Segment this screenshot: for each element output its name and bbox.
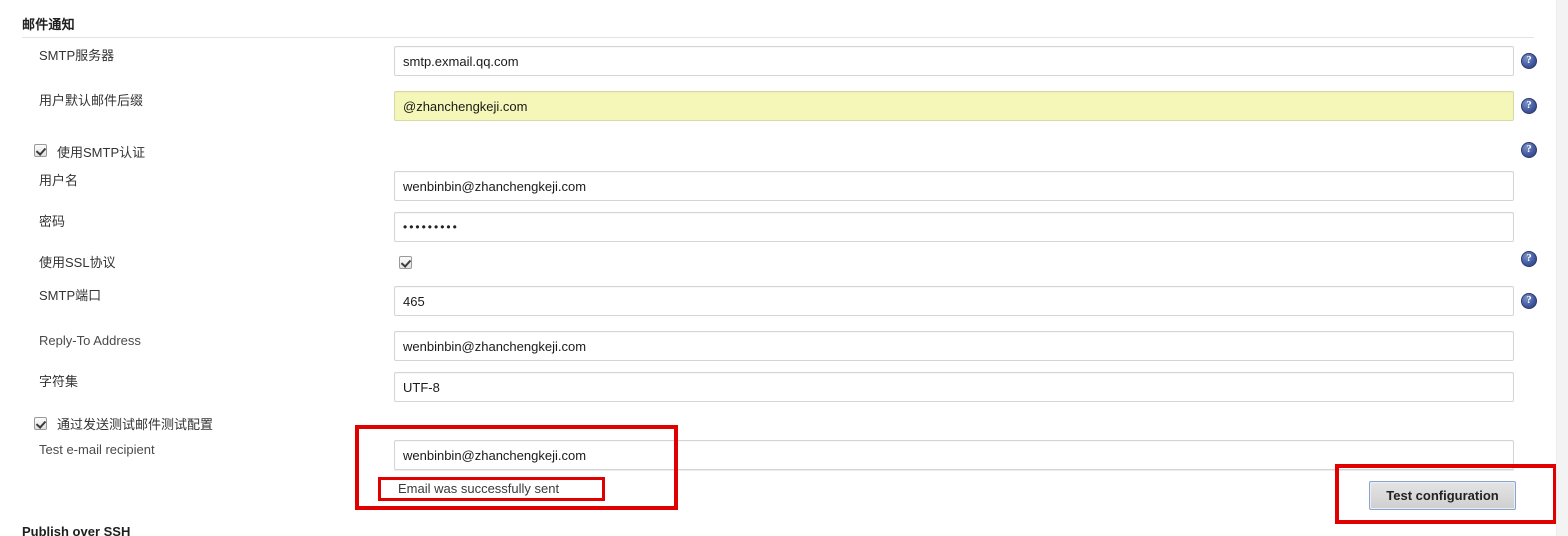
test-configuration-button[interactable]: Test configuration (1369, 481, 1516, 510)
username-input[interactable] (394, 171, 1514, 201)
form-row-charset: 字符集 (0, 372, 1556, 417)
label-use-ssl: 使用SSL协议 (39, 255, 116, 270)
form-row-smtp-port: SMTP端口 ? (0, 286, 1556, 331)
label-smtp-server: SMTP服务器 (39, 48, 115, 63)
label-use-smtp-auth: 使用SMTP认证 (57, 145, 146, 160)
help-icon-glyph: ? (1526, 294, 1532, 306)
label-default-suffix: 用户默认邮件后缀 (39, 93, 144, 108)
settings-page: 邮件通知 SMTP服务器 ? 用户默认邮件后缀 ? 使用SMTP认证 ? 用户名… (0, 0, 1557, 536)
help-icon-glyph: ? (1526, 99, 1532, 111)
section-divider (22, 37, 1534, 38)
default-suffix-input[interactable] (394, 91, 1514, 121)
checkbox-use-smtp-auth[interactable] (34, 144, 47, 157)
label-username: 用户名 (39, 173, 79, 188)
label-charset: 字符集 (39, 374, 79, 389)
reply-to-input[interactable] (394, 331, 1514, 361)
form-row-test-recipient: Test e-mail recipient (0, 440, 1556, 485)
label-smtp-port: SMTP端口 (39, 288, 102, 303)
checkbox-use-ssl[interactable] (399, 256, 412, 269)
help-icon-use-smtp-auth[interactable]: ? (1521, 142, 1537, 158)
form-row-username: 用户名 (0, 171, 1556, 216)
page-title: 邮件通知 (22, 17, 75, 32)
label-test-recipient: Test e-mail recipient (39, 442, 155, 457)
form-row-default-suffix: 用户默认邮件后缀 ? (0, 91, 1556, 136)
help-icon-glyph: ? (1526, 252, 1532, 264)
recipient-divider (394, 470, 1514, 471)
help-icon-glyph: ? (1526, 54, 1532, 66)
smtp-server-input[interactable] (394, 46, 1514, 76)
test-recipient-input[interactable] (394, 440, 1514, 470)
label-reply-to: Reply-To Address (39, 333, 141, 348)
email-sent-status: Email was successfully sent (398, 481, 560, 496)
form-row-smtp-server: SMTP服务器 ? (0, 46, 1556, 91)
checkbox-test-configuration[interactable] (34, 417, 47, 430)
charset-input[interactable] (394, 372, 1514, 402)
right-scroll-gutter (1556, 0, 1568, 536)
help-icon-use-ssl[interactable]: ? (1521, 251, 1537, 267)
help-icon-smtp-server[interactable]: ? (1521, 53, 1537, 69)
smtp-port-input[interactable] (394, 286, 1514, 316)
password-input[interactable] (394, 212, 1514, 242)
help-icon-default-suffix[interactable]: ? (1521, 98, 1537, 114)
help-icon-smtp-port[interactable]: ? (1521, 293, 1537, 309)
label-test-configuration: 通过发送测试邮件测试配置 (57, 417, 214, 432)
form-row-reply-to: Reply-To Address (0, 331, 1556, 376)
label-password: 密码 (39, 214, 66, 229)
next-section-title: Publish over SSH (22, 524, 131, 536)
help-icon-glyph: ? (1526, 143, 1532, 155)
form-row-password: 密码 (0, 212, 1556, 257)
